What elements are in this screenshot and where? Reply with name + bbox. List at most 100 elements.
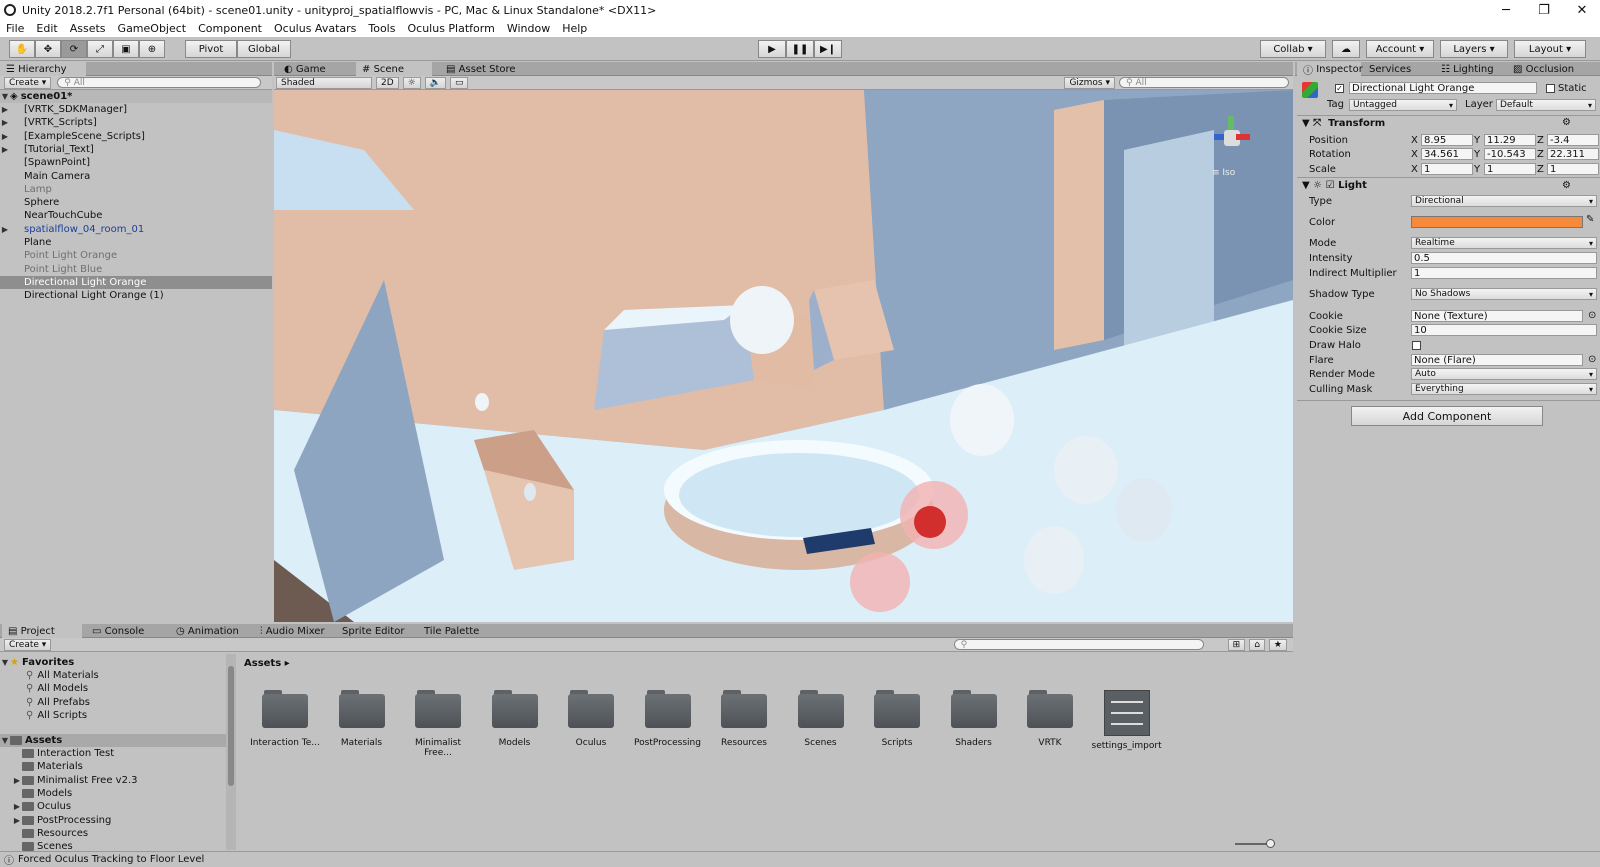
pause-button[interactable]: ❚❚ — [786, 40, 814, 58]
asset-item[interactable]: Resources — [709, 690, 779, 748]
intensity-field[interactable]: 0.5 — [1411, 252, 1597, 264]
tab-tile-palette[interactable]: Tile Palette — [418, 624, 496, 638]
favorites-item[interactable]: ⚲ All Scripts — [0, 709, 220, 722]
tab-project[interactable]: ▤ Project — [2, 624, 82, 638]
hierarchy-item[interactable]: ▶ [ExampleScene_Scripts] — [0, 130, 272, 143]
expand-icon[interactable]: ▶ — [0, 105, 10, 114]
menu-window[interactable]: Window — [501, 22, 556, 35]
rotation-z-field[interactable]: 22.311 — [1547, 148, 1599, 160]
light-header[interactable]: ▼ ☼ ☑ Light — [1302, 180, 1367, 191]
filter-by-label-icon[interactable]: ⌂ — [1249, 638, 1265, 651]
2d-toggle[interactable]: 2D — [376, 76, 399, 89]
active-checkbox[interactable]: ✓ — [1335, 84, 1344, 93]
light-type-dropdown[interactable]: Directional — [1411, 195, 1597, 207]
tag-dropdown[interactable]: Untagged — [1349, 99, 1457, 111]
expand-icon[interactable]: ▼ — [0, 658, 10, 667]
eyedropper-icon[interactable]: ✎ — [1586, 214, 1594, 225]
tab-audio-mixer[interactable]: ⫶ Audio Mixer — [254, 624, 336, 638]
menu-edit[interactable]: Edit — [30, 22, 63, 35]
asset-item[interactable]: Oculus — [556, 690, 626, 748]
favorites-item[interactable]: ⚲ All Models — [0, 682, 220, 695]
expand-icon[interactable]: ▶ — [0, 118, 10, 127]
pivot-toggle[interactable]: Pivot — [185, 40, 237, 58]
play-button[interactable]: ▶ — [758, 40, 786, 58]
asset-item[interactable]: PostProcessing — [633, 690, 703, 748]
light-mode-dropdown[interactable]: Realtime — [1411, 237, 1597, 249]
tab-services[interactable]: Services — [1363, 62, 1421, 76]
hierarchy-item[interactable]: ▶ spatialflow_04_room_01 — [0, 223, 272, 236]
y-axis-label[interactable]: Y — [1474, 135, 1480, 146]
hierarchy-item[interactable]: Plane — [0, 236, 272, 249]
transform-header[interactable]: ▼ ⤧ Transform — [1302, 118, 1385, 129]
scale-x-field[interactable]: 1 — [1421, 163, 1473, 175]
hierarchy-item[interactable]: Lamp — [0, 183, 272, 196]
shading-mode-dropdown[interactable]: Shaded — [276, 76, 372, 89]
assets-root-row[interactable]: ▼ Assets — [0, 734, 226, 747]
move-tool-icon[interactable]: ✥ — [35, 40, 61, 58]
expand-icon[interactable]: ▶ — [12, 776, 22, 785]
menu-component[interactable]: Component — [192, 22, 268, 35]
assets-tree-item[interactable]: ▶ Minimalist Free v2.3 — [0, 774, 220, 787]
asset-item[interactable]: Scripts — [862, 690, 932, 748]
expand-icon[interactable]: ▼ — [0, 736, 10, 745]
transform-tool-icon[interactable]: ⊕ — [139, 40, 165, 58]
menu-oculus-platform[interactable]: Oculus Platform — [401, 22, 500, 35]
y-axis-label[interactable]: Y — [1474, 164, 1480, 175]
asset-item[interactable]: settings_import — [1092, 690, 1162, 751]
cloud-icon[interactable]: ☁ — [1332, 40, 1360, 58]
account-dropdown[interactable]: Account ▾ — [1366, 40, 1434, 58]
scene-viewport[interactable]: ≡ Iso — [274, 90, 1293, 622]
assets-tree-item[interactable]: Materials — [0, 760, 220, 773]
hierarchy-create-button[interactable]: Create ▾ — [4, 76, 52, 89]
project-search-input[interactable]: ⚲ — [953, 639, 1204, 650]
assets-tree-item[interactable]: Scenes — [0, 840, 220, 853]
culling-mask-dropdown[interactable]: Everything — [1411, 383, 1597, 395]
hierarchy-item[interactable]: NearTouchCube — [0, 209, 272, 222]
assets-tree-item[interactable]: Interaction Test — [0, 747, 220, 760]
filter-by-type-icon[interactable]: ⊞ — [1227, 638, 1246, 651]
position-z-field[interactable]: -3.4 — [1547, 134, 1599, 146]
tab-hierarchy[interactable]: ☰ Hierarchy — [0, 62, 86, 76]
rotation-x-field[interactable]: 34.561 — [1421, 148, 1473, 160]
hierarchy-item[interactable]: Directional Light Orange (1) — [0, 289, 272, 302]
expand-icon[interactable]: ▶ — [0, 132, 10, 141]
z-axis-label[interactable]: Z — [1537, 135, 1544, 146]
tab-game[interactable]: ◐ Game — [278, 62, 348, 76]
layout-dropdown[interactable]: Layout ▾ — [1514, 40, 1586, 58]
minimize-button[interactable]: ─ — [1488, 0, 1524, 20]
expand-icon[interactable]: ▶ — [12, 802, 22, 811]
x-axis-label[interactable]: X — [1411, 135, 1418, 146]
hierarchy-item[interactable]: Sphere — [0, 196, 272, 209]
asset-item[interactable]: Scenes — [786, 690, 856, 748]
menu-help[interactable]: Help — [556, 22, 593, 35]
light-menu-icon[interactable]: ⚙ — [1562, 180, 1571, 191]
asset-item[interactable]: Interaction Te... — [250, 690, 320, 748]
maximize-button[interactable]: ❐ — [1526, 0, 1562, 20]
favorites-item[interactable]: ⚲ All Prefabs — [0, 696, 220, 709]
light-color-swatch[interactable] — [1411, 216, 1583, 228]
menu-oculus-avatars[interactable]: Oculus Avatars — [268, 22, 362, 35]
tab-sprite-editor[interactable]: Sprite Editor — [336, 624, 420, 638]
object-picker-icon[interactable]: ⊙ — [1588, 354, 1596, 365]
expand-icon[interactable]: ▶ — [12, 816, 22, 825]
layer-dropdown[interactable]: Default — [1496, 99, 1596, 111]
object-picker-icon[interactable]: ⊙ — [1588, 310, 1596, 321]
hierarchy-item[interactable]: Point Light Orange — [0, 249, 272, 262]
hierarchy-item[interactable]: [SpawnPoint] — [0, 156, 272, 169]
tab-console[interactable]: ▭ Console — [86, 624, 168, 638]
global-toggle[interactable]: Global — [237, 40, 291, 58]
scale-z-field[interactable]: 1 — [1547, 163, 1599, 175]
z-axis-label[interactable]: Z — [1537, 149, 1544, 160]
scene-root-row[interactable]: ▼ ◈ scene01* — [0, 90, 272, 103]
tab-inspector[interactable]: ⓘ Inspector — [1297, 62, 1363, 77]
position-x-field[interactable]: 8.95 — [1421, 134, 1473, 146]
favorites-item[interactable]: ⚲ All Materials — [0, 669, 220, 682]
indirect-multiplier-field[interactable]: 1 — [1411, 267, 1597, 279]
menu-assets[interactable]: Assets — [64, 22, 112, 35]
step-button[interactable]: ▶❙ — [814, 40, 842, 58]
hierarchy-item[interactable]: ▶ [VRTK_Scripts] — [0, 116, 272, 129]
add-component-button[interactable]: Add Component — [1351, 406, 1543, 426]
x-axis-label[interactable]: X — [1411, 149, 1418, 160]
menu-gameobject[interactable]: GameObject — [112, 22, 193, 35]
audio-toggle-icon[interactable]: 🔈 — [424, 76, 446, 89]
